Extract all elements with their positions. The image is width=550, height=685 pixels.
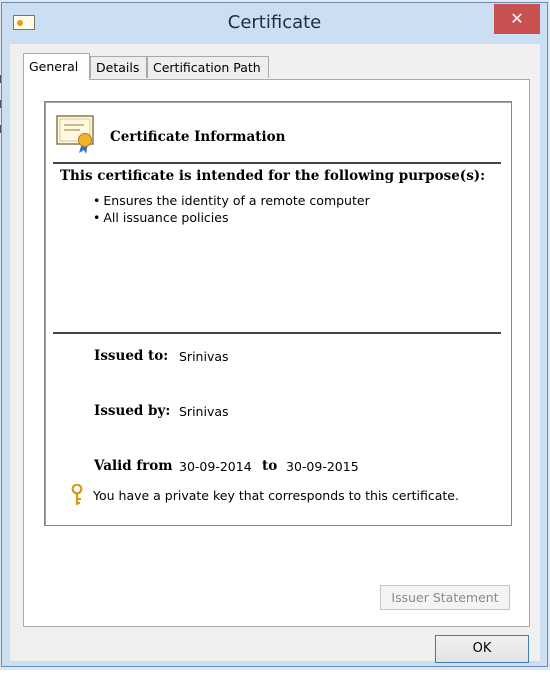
certificate-information-box: Certificate Information This certificate…: [44, 101, 512, 526]
valid-from-value: 30-09-2014: [179, 459, 252, 474]
details-separator: [53, 332, 501, 334]
certificate-icon: [56, 115, 94, 154]
window-title: Certificate: [227, 12, 322, 33]
purpose-title: This certificate is intended for the fol…: [60, 168, 486, 184]
issued-to-label: Issued to:: [94, 348, 169, 364]
background-window-strip: [0, 670, 550, 685]
purpose-list: Ensures the identity of a remote compute…: [93, 192, 370, 226]
purpose-item: Ensures the identity of a remote compute…: [93, 192, 369, 209]
purpose-item: All issuance policies: [93, 209, 370, 226]
issued-to-value: Srinivas: [179, 349, 229, 364]
heading-separator: [53, 162, 501, 164]
valid-from-label: Valid from: [94, 458, 173, 474]
close-button[interactable]: ✕: [494, 4, 540, 34]
tab-details[interactable]: Details: [90, 56, 147, 78]
close-icon: ✕: [510, 9, 524, 28]
tab-certification-path[interactable]: Certification Path: [147, 56, 269, 78]
dialog-client-area: General Details Certification Path Certi…: [10, 44, 540, 663]
key-icon: [71, 484, 83, 505]
valid-to-label: to: [262, 458, 278, 474]
certificate-information-heading: Certificate Information: [110, 129, 286, 145]
valid-to-value: 30-09-2015: [286, 459, 359, 474]
general-tab-panel: Certificate Information This certificate…: [23, 79, 530, 627]
tab-general[interactable]: General: [23, 53, 90, 80]
private-key-note: You have a private key that corresponds …: [93, 488, 459, 503]
issued-by-value: Srinivas: [179, 404, 229, 419]
certificate-dialog: Certificate ✕ General Details Certificat…: [1, 2, 548, 667]
ok-button[interactable]: OK: [435, 635, 529, 663]
issued-by-label: Issued by:: [94, 403, 171, 419]
title-bar[interactable]: Certificate ✕: [2, 3, 547, 43]
issuer-statement-button[interactable]: Issuer Statement: [380, 585, 510, 610]
